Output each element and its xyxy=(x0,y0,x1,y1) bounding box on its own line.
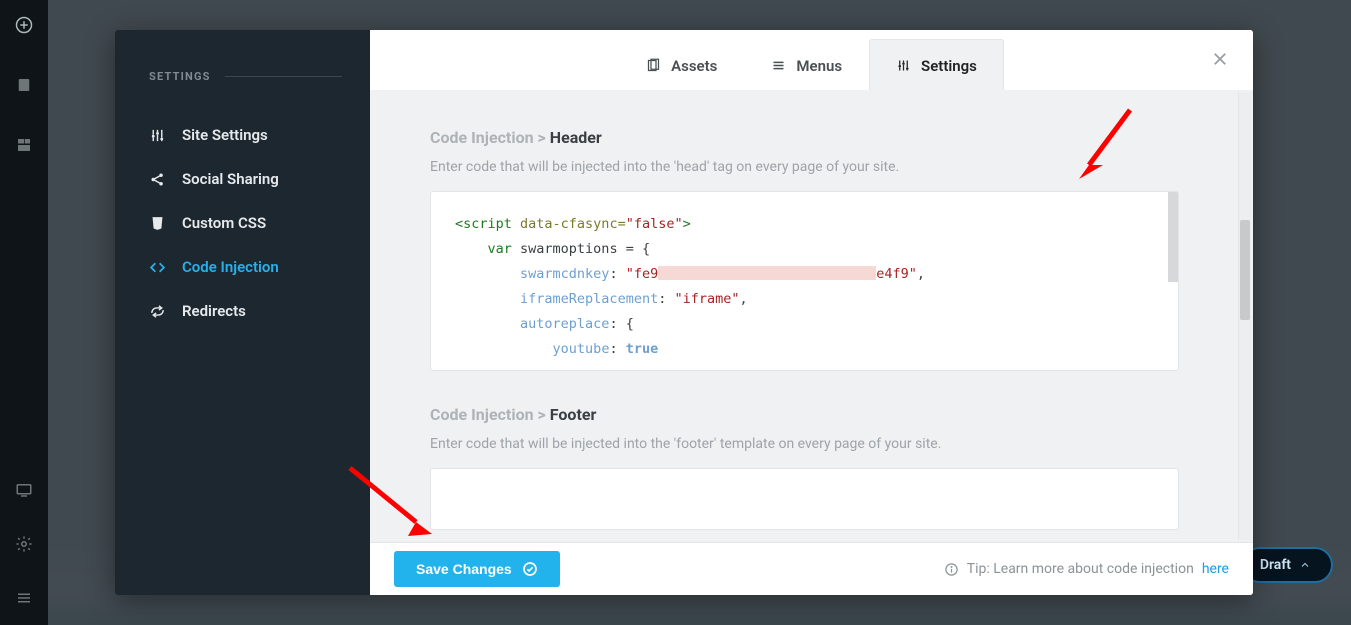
header-section-description: Enter code that will be injected into th… xyxy=(430,159,1179,175)
sliders-icon xyxy=(149,127,166,144)
check-circle-icon xyxy=(522,561,538,577)
close-button[interactable] xyxy=(1211,50,1229,68)
sidebar-item-code-injection[interactable]: Code Injection xyxy=(149,245,342,289)
footer-injection-section: Code Injection > Footer Enter code that … xyxy=(430,405,1179,530)
editor-scrollbar-thumb[interactable] xyxy=(1168,192,1178,282)
settings-sidebar: SETTINGS Site Settings Social Sharing Cu… xyxy=(115,30,370,595)
header-code-content: <script data-cfasync="false"> var swarmo… xyxy=(455,212,1154,362)
rail-pages-icon[interactable] xyxy=(15,76,33,98)
footer-code-editor[interactable] xyxy=(430,468,1179,530)
save-button-label: Save Changes xyxy=(416,561,512,577)
tip-text: Tip: Learn more about code injection xyxy=(967,561,1194,577)
draft-label: Draft xyxy=(1260,557,1291,573)
code-icon xyxy=(149,259,166,276)
left-tool-rail xyxy=(0,0,48,625)
menus-icon xyxy=(771,58,786,73)
save-changes-button[interactable]: Save Changes xyxy=(394,551,560,587)
rail-add-icon[interactable] xyxy=(15,16,33,38)
sidebar-item-label: Social Sharing xyxy=(182,170,279,188)
tab-label: Settings xyxy=(921,57,977,75)
sidebar-item-custom-css[interactable]: Custom CSS xyxy=(149,201,342,245)
sidebar-item-label: Code Injection xyxy=(182,258,279,276)
header-injection-section: Code Injection > Header Enter code that … xyxy=(430,128,1179,371)
sidebar-item-label: Site Settings xyxy=(182,126,268,144)
content-area: Code Injection > Header Enter code that … xyxy=(370,90,1253,542)
tab-assets[interactable]: Assets xyxy=(619,39,744,91)
close-icon xyxy=(1211,50,1229,68)
rail-theme-icon[interactable] xyxy=(15,136,33,158)
header-code-editor[interactable]: <script data-cfasync="false"> var swarmo… xyxy=(430,191,1179,371)
sidebar-item-redirects[interactable]: Redirects xyxy=(149,289,342,333)
tip-link[interactable]: here xyxy=(1202,561,1229,577)
sidebar-item-label: Redirects xyxy=(182,302,246,320)
header-section-title: Code Injection > Header xyxy=(430,128,1179,147)
settings-tabs: Assets Menus Settings xyxy=(370,30,1253,90)
css-shield-icon xyxy=(149,215,166,232)
settings-main: Assets Menus Settings Code Injection > H… xyxy=(370,30,1253,595)
draft-toggle-button[interactable]: Draft xyxy=(1242,547,1333,583)
redirect-icon xyxy=(149,303,166,320)
breadcrumb-target: Header xyxy=(550,128,602,147)
tab-menus[interactable]: Menus xyxy=(744,39,869,91)
redacted-key xyxy=(658,266,876,280)
content-scrollbar-track[interactable] xyxy=(1238,92,1251,540)
tab-label: Assets xyxy=(671,57,717,75)
assets-icon xyxy=(646,58,661,73)
modal-footer-bar: Save Changes Tip: Learn more about code … xyxy=(370,542,1253,595)
breadcrumb-prefix: Code Injection > xyxy=(430,128,550,147)
chevron-up-icon xyxy=(1299,559,1311,571)
content-scrollbar-thumb[interactable] xyxy=(1240,220,1250,320)
footer-section-description: Enter code that will be injected into th… xyxy=(430,436,1179,452)
settings-modal: SETTINGS Site Settings Social Sharing Cu… xyxy=(115,30,1253,595)
share-icon xyxy=(149,171,166,188)
sidebar-heading-row: SETTINGS xyxy=(149,70,342,83)
breadcrumb-target: Footer xyxy=(550,405,597,424)
settings-tab-icon xyxy=(896,58,911,73)
sidebar-heading-divider xyxy=(225,76,342,77)
sidebar-item-label: Custom CSS xyxy=(182,214,266,232)
settings-nav: Site Settings Social Sharing Custom CSS … xyxy=(149,113,342,333)
sidebar-item-site-settings[interactable]: Site Settings xyxy=(149,113,342,157)
sidebar-item-social-sharing[interactable]: Social Sharing xyxy=(149,157,342,201)
tab-label: Menus xyxy=(796,57,842,75)
rail-settings-icon[interactable] xyxy=(15,535,33,557)
content-scroll[interactable]: Code Injection > Header Enter code that … xyxy=(370,90,1239,542)
sidebar-heading: SETTINGS xyxy=(149,70,211,83)
breadcrumb-prefix: Code Injection > xyxy=(430,405,550,424)
rail-device-preview-icon[interactable] xyxy=(15,481,33,503)
rail-menu-icon[interactable] xyxy=(15,589,33,611)
info-icon xyxy=(944,562,959,577)
tab-settings[interactable]: Settings xyxy=(869,39,1004,91)
footer-section-title: Code Injection > Footer xyxy=(430,405,1179,424)
tip-row: Tip: Learn more about code injection her… xyxy=(944,561,1229,577)
